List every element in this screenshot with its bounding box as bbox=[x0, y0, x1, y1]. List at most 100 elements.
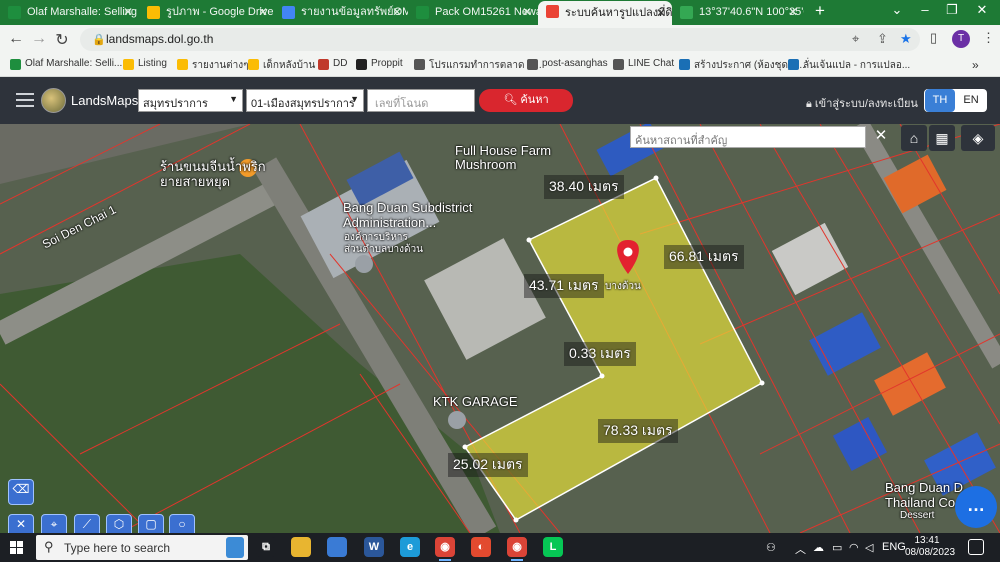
more-menu-icon[interactable]: ⋮ bbox=[982, 30, 995, 46]
poi-label: Full House Farm Mushroom bbox=[455, 143, 552, 172]
circle-tool-icon[interactable]: ○ bbox=[169, 514, 195, 533]
tab-google-drive[interactable]: รูปภาพ - Google Drive ✕ bbox=[139, 2, 274, 23]
cloud-icon[interactable]: ☁ bbox=[813, 541, 824, 554]
input-language[interactable]: ENG bbox=[882, 541, 906, 553]
deed-number-input[interactable]: เลขที่โฉนด bbox=[367, 89, 475, 112]
tab-search-button[interactable]: ⌄ bbox=[887, 2, 907, 18]
side-panel-icon[interactable]: ▯ bbox=[930, 30, 937, 46]
bookmark-post[interactable]: post-asanghas bbox=[527, 58, 608, 70]
map-view[interactable]: Full House Farm Mushroom ร้านขนมจีนน้ำพร… bbox=[0, 124, 1000, 533]
close-icon[interactable]: ✕ bbox=[392, 2, 402, 23]
volume-icon[interactable]: ◁ bbox=[865, 541, 873, 554]
distance-label: 43.71 เมตร bbox=[524, 274, 604, 298]
lang-th-button[interactable]: TH bbox=[925, 89, 955, 112]
address-bar-row: ← → ↻ 🔒 landsmaps.dol.go.th ⌖ ⇪ ★ ▯ T ⋮ bbox=[0, 25, 1000, 55]
district-select[interactable]: 01-เมืองสมุทรปราการ ▼ bbox=[246, 89, 364, 112]
avatar[interactable]: T bbox=[952, 30, 970, 48]
layers-icon[interactable]: ◈ bbox=[961, 125, 995, 151]
login-link[interactable]: 🔒︎ เข้าสู่ระบบ/ลงทะเบียน bbox=[806, 94, 918, 112]
bookmark-marketing[interactable]: โปรแกรมทำการตลาด อ... bbox=[414, 58, 542, 73]
task-view-icon[interactable]: ⧉ bbox=[256, 537, 276, 557]
notification-icon[interactable] bbox=[968, 539, 984, 555]
share-icon[interactable]: ⇪ bbox=[877, 31, 888, 47]
bookmark-olaf[interactable]: Olaf Marshalle: Selli... bbox=[10, 58, 122, 70]
tab-pack[interactable]: Pack OM15261 Newat ✕ bbox=[408, 2, 538, 23]
people-icon[interactable]: ⚇ bbox=[766, 541, 776, 554]
tab-landsmaps[interactable]: ระบบค้นหารูปแปลงที่ดิน (L ✕ bbox=[538, 1, 672, 25]
bookmark-reports[interactable]: รายงานต่างๆ bbox=[177, 58, 249, 73]
taskbar-search-input[interactable]: ⚲ Type here to search bbox=[36, 535, 248, 560]
menu-icon[interactable] bbox=[16, 93, 34, 111]
chrome-icon[interactable]: ◉ bbox=[435, 537, 455, 561]
chevron-up-icon[interactable]: ︿ bbox=[795, 541, 806, 557]
chat-button[interactable]: … bbox=[955, 486, 997, 528]
landmark-search-input[interactable]: ค้นหาสถานที่สำคัญ bbox=[630, 126, 866, 148]
location-icon[interactable]: ⌖ bbox=[852, 31, 859, 47]
close-icon[interactable]: ✕ bbox=[656, 1, 666, 25]
grid-icon[interactable]: ▦ bbox=[929, 125, 955, 151]
close-icon[interactable]: ✕ bbox=[788, 2, 798, 23]
restore-button[interactable]: ❐ bbox=[942, 2, 962, 18]
clock[interactable]: 13:41 08/08/2023 bbox=[905, 535, 956, 559]
wifi-icon[interactable]: ◠ bbox=[849, 541, 859, 554]
swirl-app-icon[interactable]: ◐ bbox=[471, 537, 491, 557]
lock-icon[interactable]: 🔒 bbox=[92, 33, 106, 46]
close-icon[interactable]: ✕ bbox=[123, 2, 133, 23]
bookmark-dd[interactable]: DD bbox=[318, 58, 347, 70]
time: 13:41 bbox=[914, 535, 940, 546]
new-tab-button[interactable]: + bbox=[811, 1, 829, 21]
drive-icon bbox=[147, 6, 160, 19]
tab-label: Olaf Marshalle: Selling bbox=[27, 6, 138, 18]
tab-olaf-marshalle[interactable]: Olaf Marshalle: Selling ✕ bbox=[0, 2, 139, 23]
landsmaps-header: LandsMaps สมุทรปราการ ▼ 01-เมืองสมุทรปรา… bbox=[0, 77, 1000, 124]
url-text[interactable]: landsmaps.dol.go.th bbox=[106, 32, 213, 46]
close-icon[interactable]: ✕ bbox=[870, 125, 892, 147]
bookmark-line-chat[interactable]: LINE Chat bbox=[613, 58, 674, 70]
home-icon[interactable]: ⌂ bbox=[901, 125, 927, 151]
globe-icon bbox=[613, 59, 624, 70]
bookmark-proppit[interactable]: Proppit bbox=[356, 58, 403, 70]
eraser-icon[interactable]: ⌫ bbox=[8, 479, 34, 505]
province-select[interactable]: สมุทรปราการ ▼ bbox=[138, 89, 243, 112]
date: 08/08/2023 bbox=[905, 547, 956, 558]
line-icon[interactable]: L bbox=[543, 537, 563, 557]
store-icon[interactable] bbox=[327, 537, 347, 557]
close-icon[interactable]: ✕ bbox=[258, 2, 268, 23]
bookmark-star-icon[interactable]: ★ bbox=[900, 31, 912, 47]
map-pin-icon bbox=[546, 5, 559, 18]
word-icon[interactable]: W bbox=[364, 537, 384, 557]
back-arrow-icon[interactable]: ← bbox=[6, 30, 26, 48]
file-explorer-icon[interactable] bbox=[291, 537, 311, 557]
bookmark-listing[interactable]: Listing bbox=[123, 58, 167, 70]
minimize-button[interactable]: – bbox=[915, 2, 935, 17]
reload-icon[interactable]: ↻ bbox=[52, 30, 72, 50]
globe-icon bbox=[356, 59, 367, 70]
battery-icon[interactable]: ▭ bbox=[832, 541, 842, 554]
rectangle-tool-icon[interactable]: ▢ bbox=[138, 514, 164, 533]
district-value: 01-เมืองสมุทรปราการ bbox=[251, 98, 355, 110]
omnibox[interactable]: 🔒 landsmaps.dol.go.th ⌖ ⇪ ★ bbox=[80, 28, 920, 51]
chevron-down-icon: ▼ bbox=[350, 94, 359, 104]
close-window-button[interactable]: ✕ bbox=[972, 2, 992, 18]
bookmark-back-house[interactable]: เด็กหลังบ้าน bbox=[248, 58, 315, 73]
tab-google-maps[interactable]: 13°37'40.6"N 100°35'0 ✕ bbox=[672, 2, 804, 23]
close-icon[interactable]: ✕ bbox=[522, 2, 532, 23]
lang-en-button[interactable]: EN bbox=[956, 89, 986, 112]
tab-report[interactable]: รายงานข้อมูลทรัพย์OM152 ✕ bbox=[274, 2, 408, 23]
pin-tool-icon[interactable]: ⌖ bbox=[41, 514, 67, 533]
line-tool-icon[interactable]: ⟋ bbox=[74, 514, 100, 533]
windows-start-icon[interactable] bbox=[10, 541, 24, 555]
bookmark-create-listing[interactable]: สร้างประกาศ (ห้องชุด) |... bbox=[679, 58, 805, 73]
forward-arrow-icon[interactable]: → bbox=[29, 30, 49, 48]
chrome-profile-icon[interactable]: ◉ bbox=[507, 537, 527, 561]
garage-marker-icon[interactable] bbox=[448, 411, 466, 429]
government-marker-icon[interactable] bbox=[355, 255, 373, 273]
bookmark-translate[interactable]: ลั่นเจ้นแปล - การแปลอ... bbox=[788, 58, 910, 73]
poi-label: KTK GARAGE bbox=[433, 394, 518, 409]
measure-icon[interactable]: ✕ bbox=[8, 514, 34, 533]
polygon-tool-icon[interactable]: ⬡ bbox=[106, 514, 132, 533]
edge-icon[interactable]: e bbox=[400, 537, 420, 557]
search-button[interactable]: 🔍︎ ค้นหา bbox=[479, 89, 573, 112]
bookmark-label: เด็กหลังบ้าน bbox=[263, 60, 316, 71]
bookmarks-more-button[interactable]: » bbox=[972, 58, 979, 72]
